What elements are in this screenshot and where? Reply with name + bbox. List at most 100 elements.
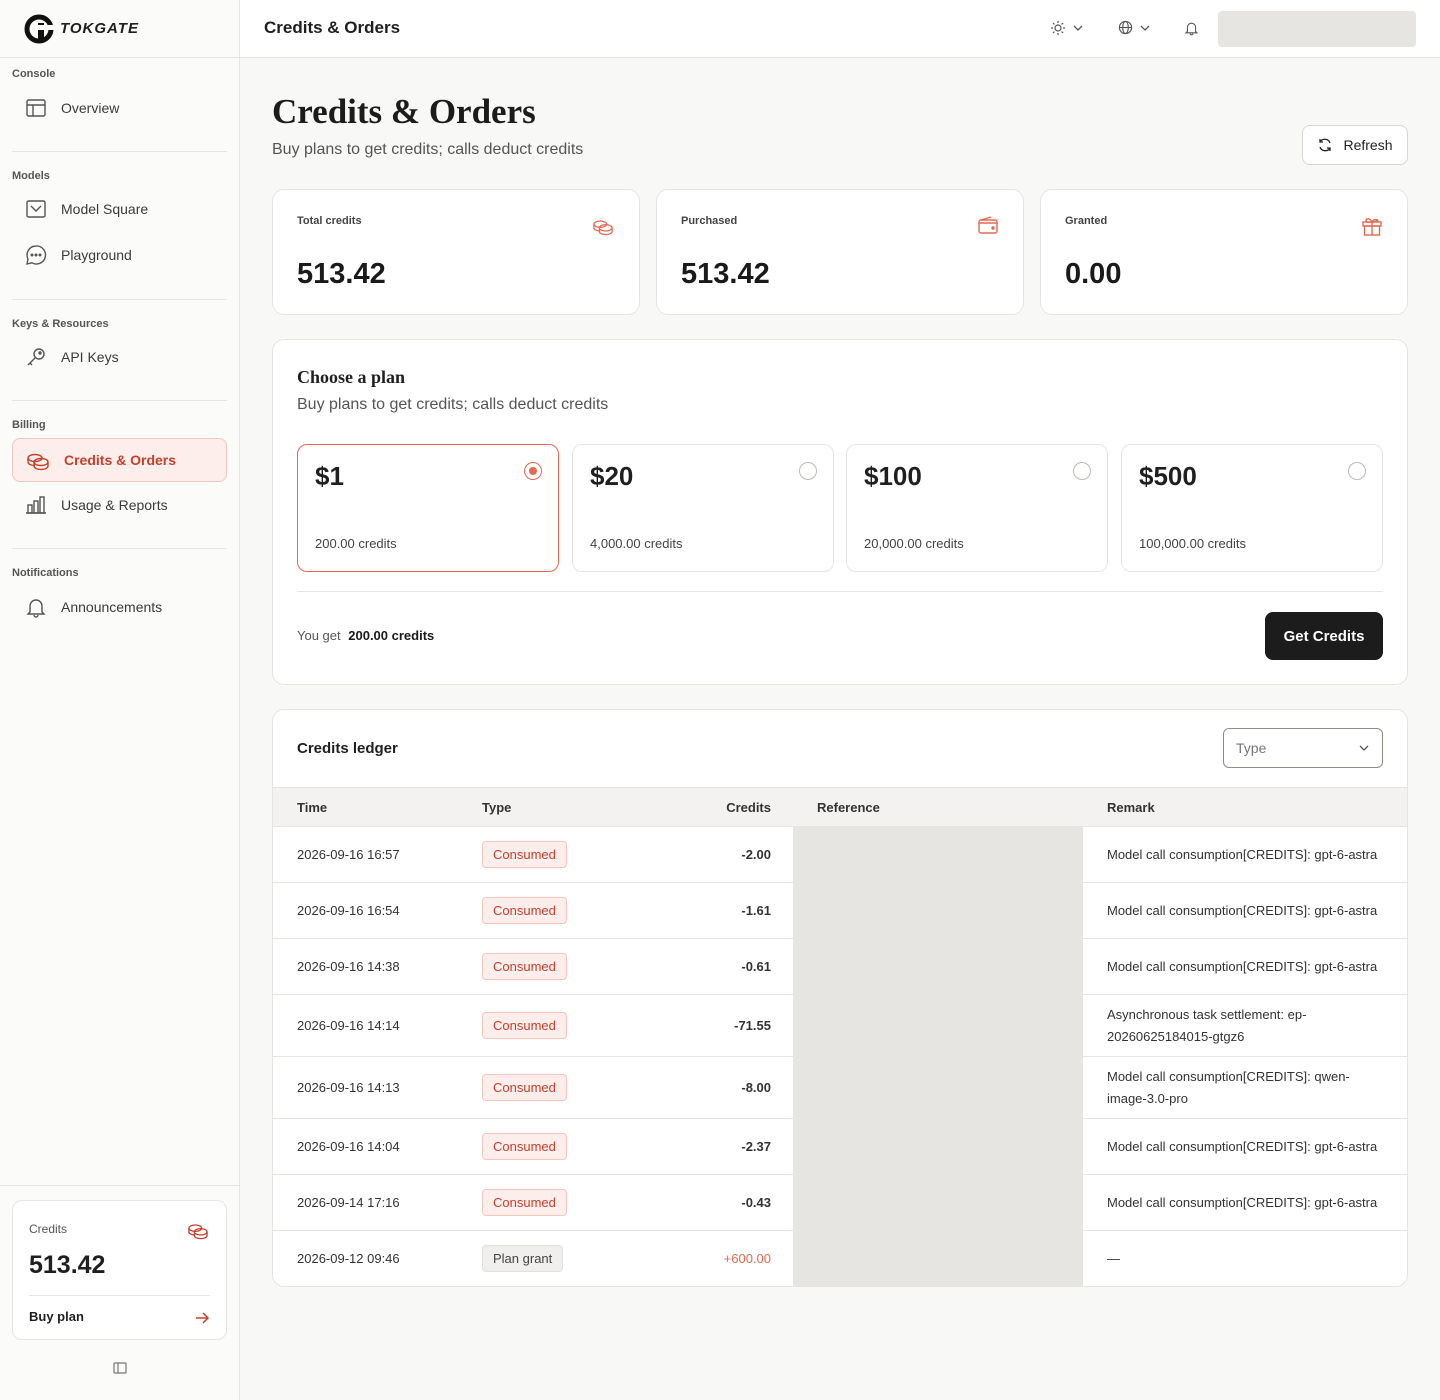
cell-type: Plan grant	[482, 1245, 564, 1272]
plan-panel: Choose a plan Buy plans to get credits; …	[272, 339, 1408, 685]
plan-panel-title: Choose a plan	[297, 367, 406, 387]
cell-type: Consumed	[482, 1012, 567, 1039]
nav-section-keys: Keys & Resources	[12, 318, 109, 330]
plan-credits: 4,000.00 credits	[590, 536, 683, 551]
status-badge: Consumed	[482, 1189, 567, 1216]
cell-remark: Model call consumption[CREDITS]: gpt-6-a…	[1107, 959, 1378, 974]
cell-type: Consumed	[482, 897, 567, 924]
type-filter-select[interactable]: Type	[1223, 728, 1383, 768]
plan-credits: 200.00 credits	[315, 536, 397, 551]
buy-plan-link[interactable]: Buy plan	[29, 1309, 84, 1324]
status-badge: Plan grant	[482, 1245, 564, 1272]
cell-time: 2026-09-16 16:57	[297, 847, 400, 862]
cell-type: Consumed	[482, 953, 567, 980]
sidebar-item-playground[interactable]: Playground	[12, 233, 227, 277]
language-selector[interactable]	[1118, 20, 1151, 35]
stat-value: 513.42	[297, 258, 386, 290]
plan-radio[interactable]	[1073, 462, 1091, 480]
cell-time: 2026-09-16 14:38	[297, 959, 400, 974]
topbar: Credits & Orders	[240, 0, 1440, 58]
chevron-down-icon	[1073, 25, 1083, 31]
coins-icon	[593, 220, 613, 236]
refresh-button[interactable]: Refresh	[1302, 125, 1408, 165]
cell-remark: Model call consumption[CREDITS]: gpt-6-a…	[1107, 1195, 1378, 1210]
plan-radio[interactable]	[1348, 462, 1366, 480]
gift-icon	[1362, 218, 1382, 236]
sidebar-item-announcements[interactable]: Announcements	[12, 585, 227, 629]
arrow-right-icon[interactable]	[194, 1310, 210, 1326]
cell-credits: -0.43	[741, 1195, 771, 1210]
divider	[0, 1185, 240, 1186]
logo-icon	[24, 14, 54, 43]
plan-price: $500	[1139, 461, 1197, 491]
stat-card-purchased: Purchased 513.42	[656, 189, 1024, 315]
status-badge: Consumed	[482, 897, 567, 924]
globe-icon	[1118, 20, 1133, 35]
column-header-credits: Credits	[726, 800, 771, 815]
refresh-icon	[1319, 138, 1332, 152]
sidebar-item-usage-reports[interactable]: Usage & Reports	[12, 483, 227, 527]
plan-credits: 20,000.00 credits	[864, 536, 964, 551]
sidebar-toggle-icon[interactable]	[113, 1362, 127, 1374]
chat-icon	[26, 245, 47, 265]
chevron-down-icon	[1140, 25, 1150, 31]
sidebar-item-api-keys[interactable]: API Keys	[12, 335, 227, 379]
cell-type: Consumed	[482, 1133, 567, 1160]
divider	[12, 299, 227, 300]
nav-section-console: Console	[12, 68, 56, 80]
plan-option-500[interactable]: $500 100,000.00 credits	[1121, 444, 1383, 572]
brand[interactable]: TOKGATE	[0, 0, 239, 58]
cell-credits: -2.00	[741, 847, 771, 862]
nav-section-models: Models	[12, 170, 50, 182]
stat-label: Granted	[1065, 215, 1108, 227]
ledger-title: Credits ledger	[297, 740, 398, 757]
cell-remark: Model call consumption[CREDITS]: gpt-6-a…	[1107, 1139, 1378, 1154]
cell-credits: -8.00	[741, 1080, 771, 1095]
page-title: Credits & Orders	[272, 92, 536, 131]
bell-icon	[1184, 22, 1199, 36]
user-menu[interactable]	[1218, 11, 1416, 47]
plan-radio[interactable]	[524, 462, 542, 480]
plan-option-20[interactable]: $20 4,000.00 credits	[572, 444, 834, 572]
plan-radio[interactable]	[799, 462, 817, 480]
you-get-value: 200.00 credits	[348, 628, 435, 643]
sidebar-item-credits-orders[interactable]: Credits & Orders	[12, 438, 227, 482]
sidebar-credits-card: Credits 513.42 Buy plan	[12, 1200, 227, 1340]
plan-price: $20	[590, 461, 634, 491]
status-badge: Consumed	[482, 953, 567, 980]
sidebar-item-label: Model Square	[61, 201, 149, 217]
plan-option-100[interactable]: $100 20,000.00 credits	[846, 444, 1108, 572]
sidebar-item-label: Usage & Reports	[61, 497, 168, 513]
divider	[12, 548, 227, 549]
sidebar-item-model-square[interactable]: Model Square	[12, 187, 227, 231]
divider	[12, 151, 227, 152]
cell-time: 2026-09-14 17:16	[297, 1195, 400, 1210]
sidebar-item-label: Announcements	[61, 599, 163, 615]
plan-panel-subtitle: Buy plans to get credits; calls deduct c…	[297, 396, 609, 413]
notifications-button[interactable]	[1184, 20, 1199, 36]
status-badge: Consumed	[482, 1074, 567, 1101]
cell-time: 2026-09-12 09:46	[297, 1251, 400, 1266]
stat-label: Total credits	[297, 215, 362, 227]
plan-price: $1	[315, 461, 344, 491]
cell-credits: -1.61	[741, 903, 771, 918]
get-credits-button[interactable]: Get Credits	[1265, 612, 1383, 660]
divider	[12, 400, 227, 401]
column-header-remark: Remark	[1107, 800, 1155, 815]
plan-option-1[interactable]: $1 200.00 credits	[297, 444, 559, 572]
theme-toggle[interactable]	[1050, 20, 1084, 36]
sidebar-item-overview[interactable]: Overview	[12, 86, 227, 130]
you-get-label: You get	[297, 628, 341, 643]
cell-remark: —	[1107, 1251, 1120, 1266]
coins-icon	[188, 1224, 208, 1240]
cell-credits: -71.55	[734, 1018, 771, 1033]
you-get-summary: You get 200.00 credits	[297, 628, 434, 643]
page-subtitle: Buy plans to get credits; calls deduct c…	[272, 141, 584, 158]
cell-time: 2026-09-16 14:04	[297, 1139, 400, 1154]
plan-price: $100	[864, 461, 922, 491]
topbar-title: Credits & Orders	[264, 18, 401, 37]
cell-remark: Model call consumption[CREDITS]: qwen-im…	[1107, 1069, 1350, 1106]
cell-remark: Model call consumption[CREDITS]: gpt-6-a…	[1107, 903, 1378, 918]
key-icon	[27, 348, 45, 366]
stat-value: 513.42	[681, 258, 770, 290]
